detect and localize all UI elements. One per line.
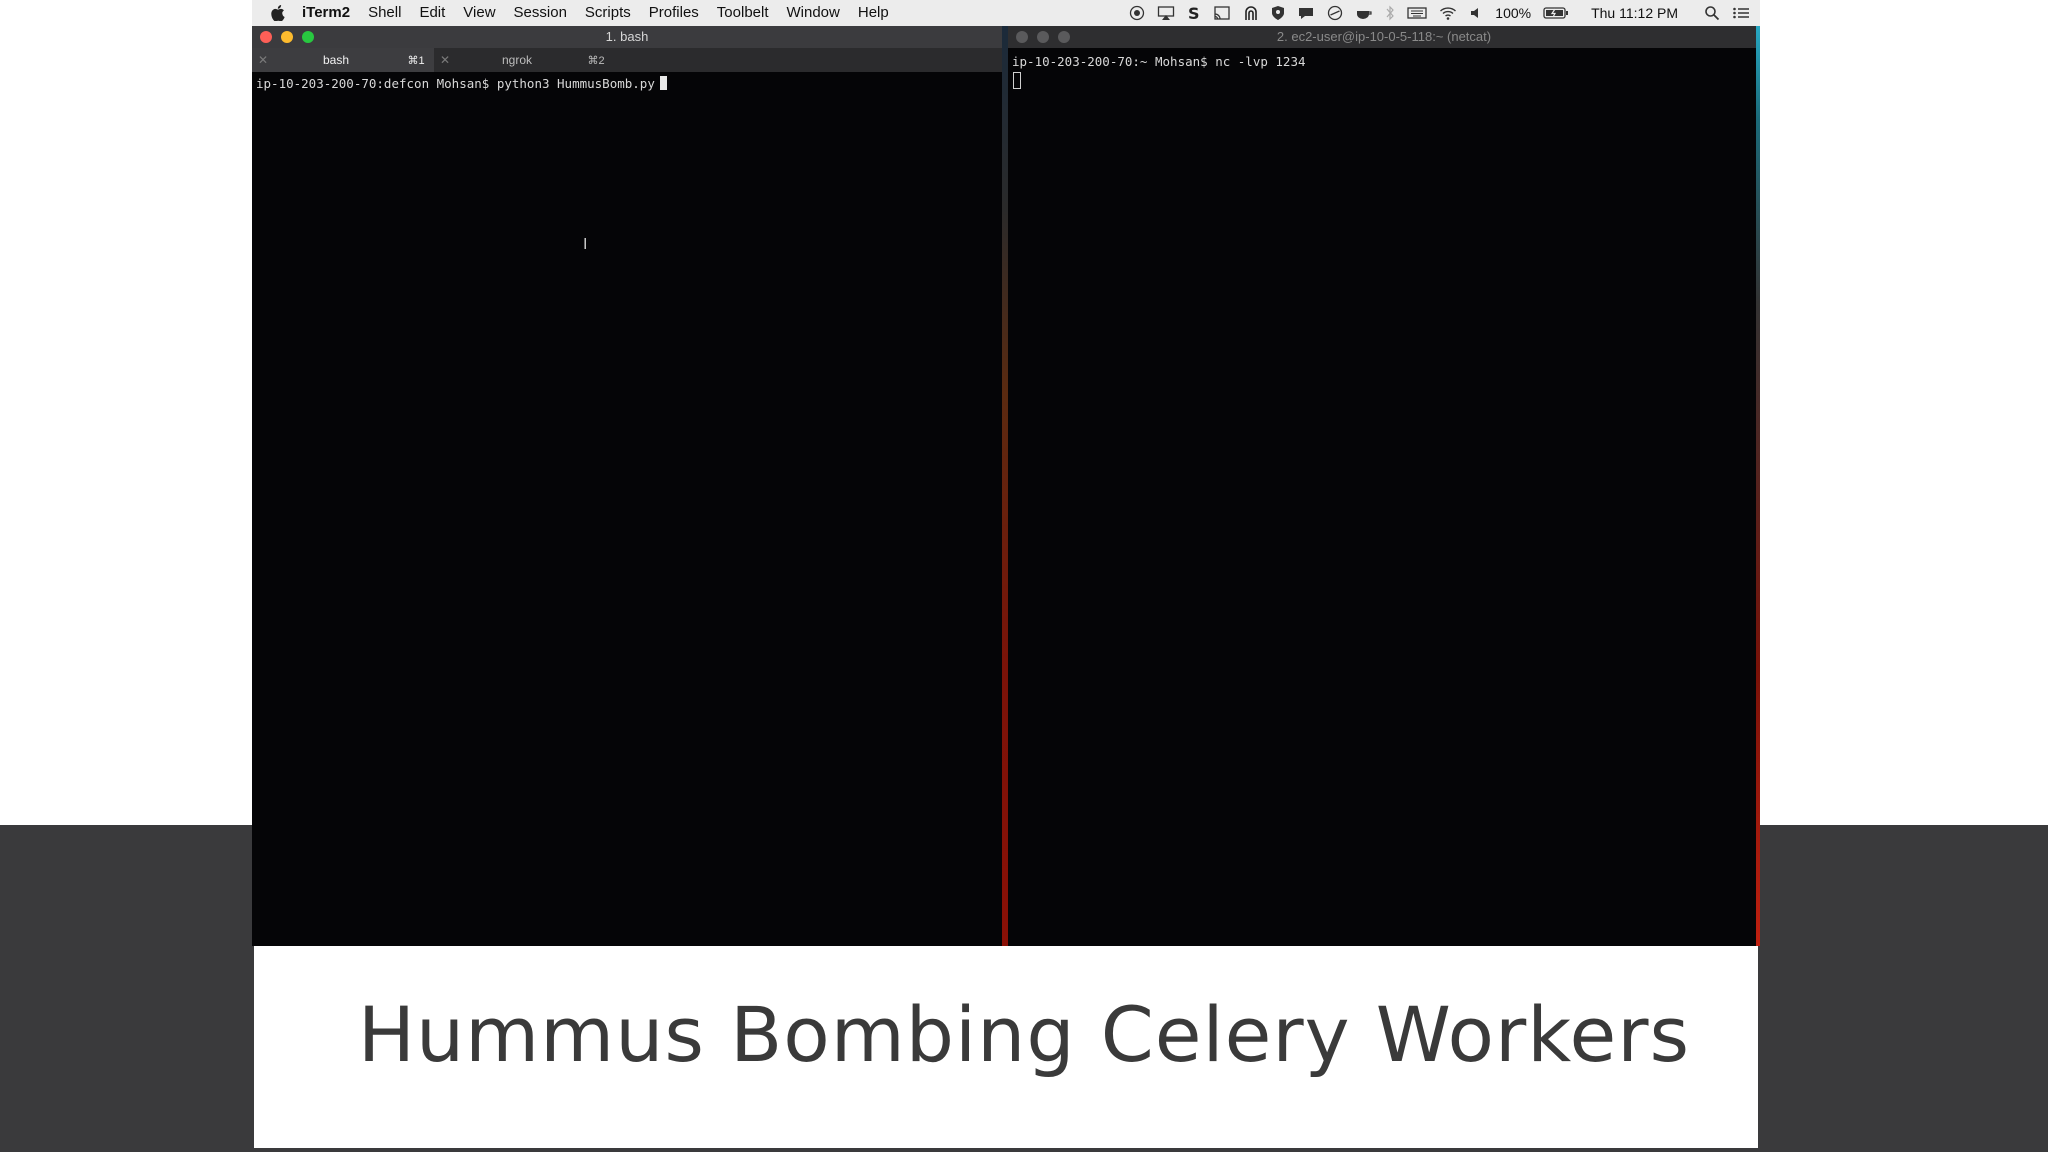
menu-edit[interactable]: Edit <box>410 0 454 26</box>
bluetooth-icon[interactable] <box>1385 5 1395 21</box>
circle-icon[interactable] <box>1327 5 1343 21</box>
menu-shell[interactable]: Shell <box>359 0 410 26</box>
tab-shortcut: ⌘2 <box>587 54 605 67</box>
window-titlebar[interactable]: 2. ec2-user@ip-10-0-5-118:~ (netcat) <box>1008 26 1760 48</box>
search-icon[interactable] <box>1704 5 1720 21</box>
screen-recording: iTerm2 Shell Edit View Session Scripts P… <box>252 0 1760 946</box>
tab-close-icon[interactable]: ✕ <box>434 53 456 67</box>
notification-icon[interactable] <box>1297 5 1315 21</box>
svg-text:S: S <box>1188 5 1200 21</box>
window-title: 2. ec2-user@ip-10-0-5-118:~ (netcat) <box>1276 29 1492 44</box>
alfred-icon[interactable] <box>1243 5 1259 21</box>
command-line: ip-10-203-200-70:defcon Mohsan$ python3 … <box>256 76 655 91</box>
tab-bash[interactable]: ✕ bash ⌘1 <box>252 48 434 72</box>
shield-icon[interactable] <box>1271 5 1285 21</box>
keyboard-icon[interactable] <box>1407 5 1427 21</box>
ibeam-cursor-icon: I <box>583 236 588 253</box>
airplay-icon[interactable] <box>1157 5 1175 21</box>
menu-window[interactable]: Window <box>778 0 849 26</box>
tab-label: bash <box>322 53 350 67</box>
command-line: ip-10-203-200-70:~ Mohsan$ nc -lvp 1234 <box>1012 54 1306 69</box>
terminal-window-netcat[interactable]: 2. ec2-user@ip-10-0-5-118:~ (netcat) ip-… <box>1008 26 1760 946</box>
terminal-output-right[interactable]: ip-10-203-200-70:~ Mohsan$ nc -lvp 1234 <box>1012 54 1306 69</box>
text-cursor <box>1013 72 1021 89</box>
terminal-window-bash[interactable]: 1. bash ✕ bash ⌘1 ✕ ngrok ⌘2 ip-10-203-2… <box>252 26 1002 946</box>
text-cursor <box>659 76 667 90</box>
battery-icon[interactable] <box>1543 5 1569 21</box>
tab-shortcut: ⌘1 <box>407 54 425 67</box>
cast-icon[interactable] <box>1213 5 1231 21</box>
slide-caption: Hummus Bombing Celery Workers <box>357 990 1691 1079</box>
s-app-icon[interactable]: S <box>1187 5 1201 21</box>
window-titlebar[interactable]: 1. bash <box>252 26 1002 48</box>
tab-close-icon[interactable]: ✕ <box>252 53 274 67</box>
tab-ngrok[interactable]: ✕ ngrok ⌘2 <box>434 48 614 72</box>
list-icon[interactable] <box>1732 5 1750 21</box>
window-title: 1. bash <box>605 29 649 44</box>
menu-help[interactable]: Help <box>849 0 898 26</box>
cup-icon[interactable] <box>1355 5 1373 21</box>
terminal-output-left[interactable]: ip-10-203-200-70:defcon Mohsan$ python3 … <box>256 76 667 91</box>
menubar-clock[interactable]: Thu 11:12 PM <box>1591 5 1678 21</box>
menu-profiles[interactable]: Profiles <box>640 0 708 26</box>
menu-app-iterm2[interactable]: iTerm2 <box>293 0 359 26</box>
volume-icon[interactable] <box>1469 5 1483 21</box>
tab-label: ngrok <box>501 53 533 67</box>
menu-scripts[interactable]: Scripts <box>576 0 640 26</box>
tab-bar: ✕ bash ⌘1 ✕ ngrok ⌘2 <box>252 48 1002 72</box>
menu-bar: iTerm2 Shell Edit View Session Scripts P… <box>252 0 1760 26</box>
record-icon[interactable] <box>1129 5 1145 21</box>
menu-view[interactable]: View <box>454 0 504 26</box>
battery-percent: 100% <box>1495 5 1532 21</box>
apple-menu-icon[interactable] <box>263 5 293 21</box>
menu-toolbelt[interactable]: Toolbelt <box>708 0 778 26</box>
window-edge <box>1756 26 1760 946</box>
wifi-icon[interactable] <box>1439 5 1457 21</box>
menu-session[interactable]: Session <box>505 0 576 26</box>
